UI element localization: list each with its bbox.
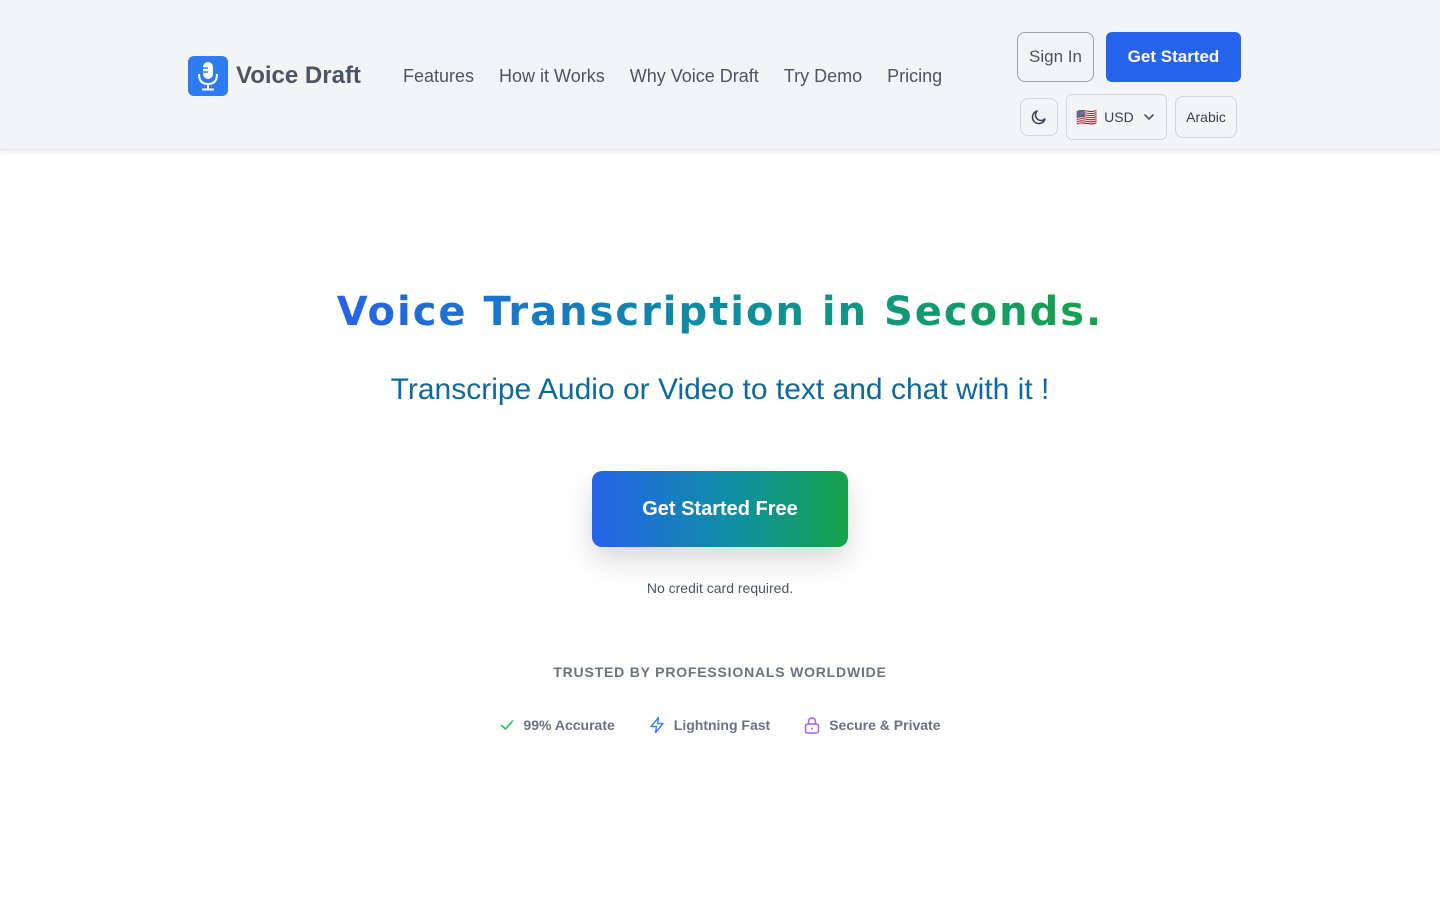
nav-link-features[interactable]: Features <box>403 64 474 88</box>
badge-secure: Secure & Private <box>803 714 941 736</box>
trusted-heading: TRUSTED BY PROFESSIONALS WORLDWIDE <box>553 664 887 680</box>
get-started-free-button[interactable]: Get Started Free <box>592 471 848 547</box>
nav-link-why-voice-draft[interactable]: Why Voice Draft <box>630 64 759 88</box>
badge-accurate: 99% Accurate <box>499 714 615 736</box>
main-nav: Features How it Works Why Voice Draft Tr… <box>403 64 942 88</box>
no-credit-card-note: No credit card required. <box>646 580 794 596</box>
hero-title-text: Voice Transcription in Seconds. <box>336 289 1104 335</box>
badge-secure-label: Secure & Private <box>829 717 941 733</box>
currency-select[interactable]: 🇺🇸 USD <box>1066 94 1167 140</box>
get-started-button[interactable]: Get Started <box>1106 32 1241 82</box>
microphone-icon <box>188 56 228 96</box>
lightning-icon <box>648 716 666 734</box>
theme-toggle-button[interactable] <box>1020 98 1058 136</box>
moon-icon <box>1030 108 1048 126</box>
brand-name: Voice Draft <box>236 62 361 89</box>
currency-value: USD <box>1104 109 1134 125</box>
sign-in-button[interactable]: Sign In <box>1017 32 1094 82</box>
hero-subtitle: Transcripe Audio or Video to text and ch… <box>390 373 1050 406</box>
chevron-down-icon <box>1143 111 1155 123</box>
nav-link-try-demo[interactable]: Try Demo <box>784 64 862 88</box>
badge-fast: Lightning Fast <box>648 714 770 736</box>
badge-accurate-label: 99% Accurate <box>523 717 615 733</box>
us-flag-icon: 🇺🇸 <box>1076 107 1098 127</box>
language-button[interactable]: Arabic <box>1175 96 1237 138</box>
brand-logo-link[interactable]: Voice Draft <box>188 56 361 96</box>
badge-fast-label: Lightning Fast <box>673 717 771 733</box>
check-icon <box>499 717 515 733</box>
trust-badges: 99% Accurate Lightning Fast Secure & Pri… <box>0 714 1440 736</box>
nav-link-pricing[interactable]: Pricing <box>887 64 942 88</box>
site-header: Voice Draft Features How it Works Why Vo… <box>0 0 1440 150</box>
lock-icon <box>803 716 821 734</box>
hero-title: Voice Transcription in Seconds. <box>0 284 1440 340</box>
nav-link-how-it-works[interactable]: How it Works <box>499 64 605 88</box>
